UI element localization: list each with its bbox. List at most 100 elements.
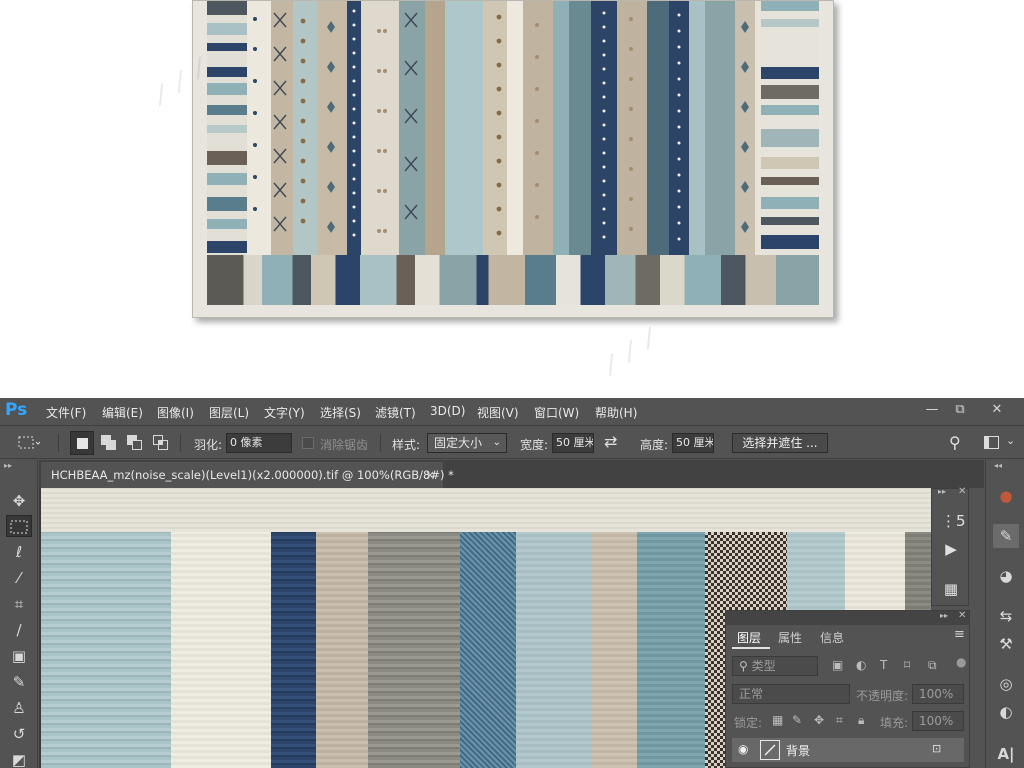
lock-transparent-icon[interactable]: ▦: [772, 713, 783, 727]
character-icon[interactable]: A|: [993, 742, 1019, 766]
lock-all-icon[interactable]: 🔒︎: [858, 713, 864, 728]
brush-presets-icon[interactable]: ●: [993, 484, 1019, 508]
watermark: ⟋ ⟋ ⟋: [598, 324, 664, 381]
fill-input[interactable]: 100%: [912, 711, 964, 731]
layer-row-background[interactable]: ◉ 背景 ⊡: [732, 738, 964, 762]
rug-preview-image: [192, 0, 834, 318]
blend-mode-select[interactable]: 正常: [732, 684, 850, 704]
menu-image[interactable]: 图像(I): [157, 404, 194, 421]
close-document-icon[interactable]: ×: [425, 462, 435, 488]
antialias-checkbox[interactable]: [302, 437, 314, 449]
toolbox: ▸▸ ✥ ℓ ⁄ ⌗ ∕ ▣ ✎ ♙ ↺ ◩: [0, 460, 38, 768]
lock-artboard-icon[interactable]: ⌗: [836, 713, 843, 728]
collapse-icon[interactable]: ▸▸: [940, 611, 948, 620]
menu-help[interactable]: 帮助(H): [595, 404, 637, 421]
move-tool-icon[interactable]: ✥: [6, 490, 32, 512]
feather-input[interactable]: 0 像素: [226, 433, 292, 453]
close-icon[interactable]: ✕: [958, 610, 966, 621]
height-label: 高度:: [640, 438, 669, 452]
crop-tool-icon[interactable]: ⌗: [6, 593, 32, 615]
separator: [380, 434, 381, 452]
menu-3d[interactable]: 3D(D): [430, 404, 465, 418]
menu-file[interactable]: 文件(F): [46, 404, 86, 421]
swatches-icon[interactable]: ◎: [993, 672, 1019, 696]
swap-width-height-icon[interactable]: ⇄: [604, 432, 617, 451]
eraser-tool-icon[interactable]: ◩: [6, 749, 32, 768]
shape-filter-icon[interactable]: ⌑: [904, 658, 910, 672]
menu-view[interactable]: 视图(V): [477, 404, 519, 421]
opacity-label: 不透明度:: [856, 689, 909, 703]
minimize-button[interactable]: —: [920, 400, 944, 420]
menu-select[interactable]: 选择(S): [320, 404, 361, 421]
magic-wand-tool-icon[interactable]: ⁄: [6, 567, 32, 589]
search-icon[interactable]: ⚲: [949, 433, 961, 452]
image-filter-icon[interactable]: ▣: [832, 658, 843, 672]
clone-stamp-tool-icon[interactable]: ♙: [6, 697, 32, 719]
photoshop-logo: Ps: [5, 400, 28, 420]
add-to-selection-icon[interactable]: [100, 434, 118, 452]
close-icon[interactable]: ✕: [958, 486, 966, 497]
rectangular-marquee-tool-icon[interactable]: [6, 515, 32, 537]
subtract-from-selection-icon[interactable]: [126, 434, 144, 452]
restore-button[interactable]: ⧉: [948, 400, 972, 420]
healing-brush-tool-icon[interactable]: ▣: [6, 645, 32, 667]
lasso-tool-icon[interactable]: ℓ: [6, 541, 32, 563]
smart-object-filter-icon[interactable]: ⧉: [928, 658, 937, 673]
play-actions-icon[interactable]: ▶: [941, 539, 961, 559]
separator: [58, 434, 59, 452]
document-tab[interactable]: HCHBEAA_mz(noise_scale)(Level1)(x2.00000…: [41, 462, 454, 488]
panel-header: ▸▸ ✕: [726, 610, 969, 625]
menu-window[interactable]: 窗口(W): [534, 404, 579, 421]
menu-bar: Ps 文件(F) 编辑(E) 图像(I) 图层(L) 文字(Y) 选择(S) 滤…: [0, 398, 1024, 424]
close-window-button[interactable]: ✕: [985, 400, 1009, 420]
grid-icon[interactable]: ▦: [941, 579, 961, 599]
opacity-input[interactable]: 100%: [912, 684, 964, 704]
collapse-icon[interactable]: ▸▸: [4, 461, 12, 470]
color-palette-icon[interactable]: ◕: [993, 564, 1019, 588]
visibility-eye-icon[interactable]: ◉: [738, 742, 748, 756]
layer-filter-select[interactable]: ⚲ 类型: [732, 656, 818, 676]
photoshop-window: Ps 文件(F) 编辑(E) 图像(I) 图层(L) 文字(Y) 选择(S) 滤…: [0, 398, 1024, 768]
tab-properties[interactable]: 属性: [778, 629, 802, 646]
active-tab-underline: [732, 647, 770, 649]
panel-menu-icon[interactable]: ≡: [954, 627, 965, 642]
adjustment-filter-icon[interactable]: ◐: [856, 658, 866, 672]
menu-type[interactable]: 文字(Y): [264, 404, 305, 421]
menu-filter[interactable]: 滤镜(T): [375, 404, 416, 421]
collapse-icon[interactable]: ▸▸: [938, 487, 946, 496]
collapse-icon[interactable]: ◂◂: [994, 461, 1002, 470]
tool-presets-icon[interactable]: ⚒: [993, 632, 1019, 656]
workspace-icon[interactable]: [984, 436, 999, 449]
search-icon: ⚲: [739, 659, 748, 673]
adjustments-icon[interactable]: ⇆: [993, 604, 1019, 628]
tab-info[interactable]: 信息: [820, 629, 844, 646]
filter-toggle-icon[interactable]: ●: [956, 655, 966, 669]
lock-position-icon[interactable]: ✥: [814, 713, 824, 727]
rug-motifs: [253, 9, 749, 241]
height-input[interactable]: 50 厘米: [672, 433, 714, 453]
text-filter-icon[interactable]: T: [880, 658, 887, 672]
tab-layers[interactable]: 图层: [737, 629, 761, 646]
styles-icon[interactable]: ◐: [993, 700, 1019, 724]
brush-tool-icon[interactable]: ✎: [6, 671, 32, 693]
screenshot-root: ⟋ ⟋ ⟋ ⟋ ⟋ ⟋ Ps 文件(F) 编辑(E) 图像(I) 图层(L) 文…: [0, 0, 1024, 768]
lock-pixels-icon[interactable]: ✎: [792, 713, 802, 727]
intersect-selection-icon[interactable]: [152, 434, 170, 452]
menu-edit[interactable]: 编辑(E): [102, 404, 143, 421]
style-select[interactable]: 固定大小 ⌄: [427, 433, 507, 453]
layers-panel: ▸▸ ✕ 图层 属性 信息 ≡ ⚲ 类型 ▣ ◐ T ⌑ ⧉ ● 正常 不透明度…: [725, 610, 970, 768]
history-brush-tool-icon[interactable]: ↺: [6, 723, 32, 745]
fill-label: 填充:: [880, 716, 909, 730]
width-input[interactable]: 50 厘米: [552, 433, 594, 453]
new-selection-icon[interactable]: [70, 431, 94, 455]
select-and-mask-button[interactable]: 选择并遮住 ...: [732, 433, 828, 453]
style-select-value: 固定大小: [434, 436, 483, 450]
brush-icon[interactable]: ✎: [993, 524, 1019, 548]
eyedropper-tool-icon[interactable]: ∕: [6, 619, 32, 641]
menu-layer[interactable]: 图层(L): [209, 404, 249, 421]
options-bar: 羽化: 0 像素 消除锯齿 样式: 固定大小 ⌄ 宽度: 50 厘米 ⇄ 高度:…: [0, 425, 1024, 459]
chevron-down-icon[interactable]: ⌄: [1006, 434, 1015, 447]
layer-filter-value: 类型: [751, 659, 776, 673]
marquee-tool-icon[interactable]: [18, 435, 40, 451]
history-icon[interactable]: ⋮5: [941, 511, 966, 531]
